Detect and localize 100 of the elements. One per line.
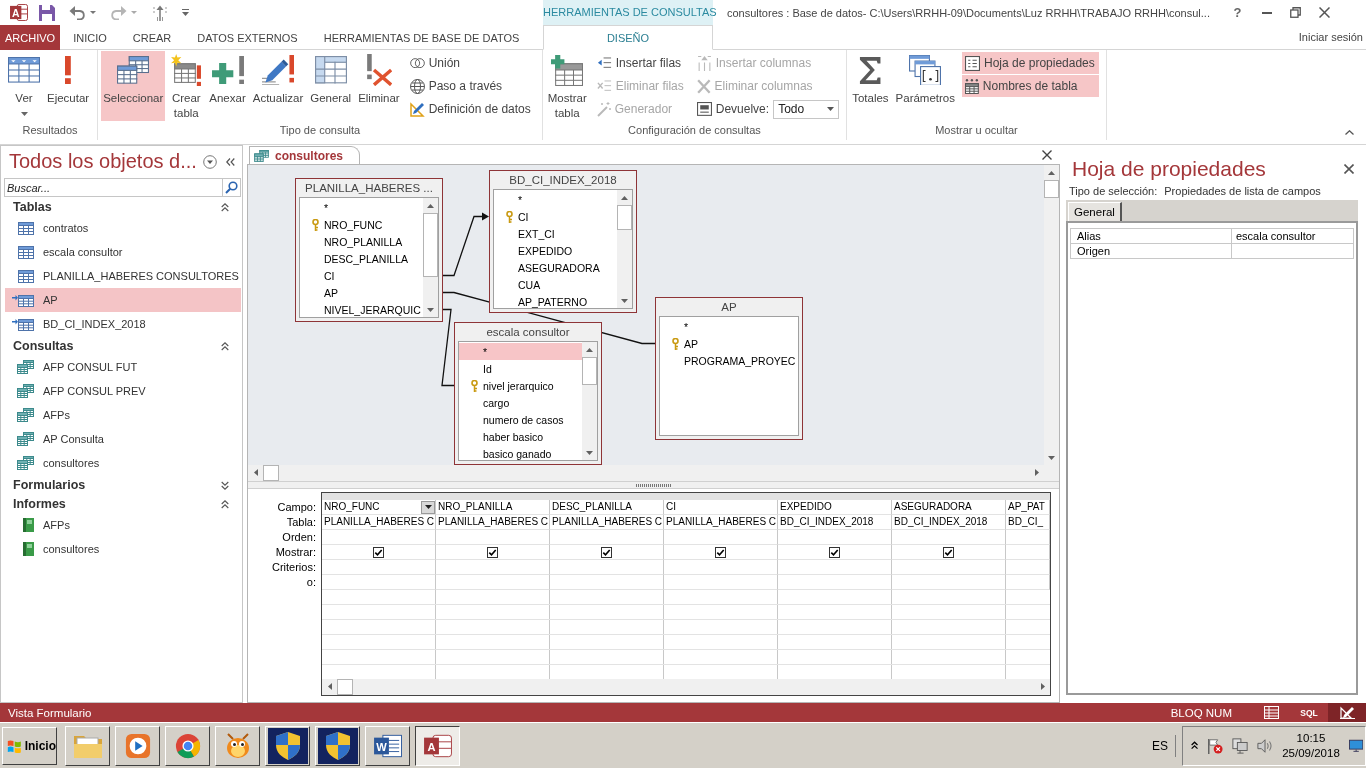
ribbon-button[interactable]: General — [308, 51, 354, 121]
ribbon-tab[interactable]: CREAR — [119, 25, 185, 50]
grid-cell[interactable] — [892, 530, 1006, 545]
ribbon-button[interactable]: Definición de datos — [406, 98, 535, 120]
search-button[interactable] — [222, 178, 241, 197]
sign-in-link[interactable]: Iniciar sesión — [1298, 31, 1366, 43]
grid-cell[interactable] — [322, 545, 436, 560]
arrow-up-icon[interactable] — [1048, 170, 1055, 175]
document-tab[interactable]: consultores — [249, 146, 360, 164]
ribbon-button[interactable]: Crear tabla — [168, 51, 205, 121]
grid-cell[interactable] — [1006, 545, 1050, 560]
ribbon-button[interactable]: Hoja de propiedades — [962, 52, 1099, 74]
ribbon-button[interactable]: Parámetros — [893, 51, 957, 121]
grid-cell[interactable] — [1006, 560, 1050, 575]
horizontal-scrollbar[interactable] — [322, 679, 1050, 695]
field-item[interactable]: PROGRAMA_PROYEC — [660, 352, 798, 369]
nav-item[interactable]: PLANILLA_HABERES CONSULTORES — [5, 264, 241, 288]
chevron-up-icon[interactable] — [1345, 130, 1354, 135]
nav-item[interactable]: BD_CI_INDEX_2018 — [5, 312, 241, 336]
taskbar-button[interactable] — [315, 725, 360, 766]
field-list[interactable]: PLANILLA_HABERES ... * NRO_FUNC NRO_PLANILLA DESC_PLANILLA CI AP NIVEL_JERARQUIC — [295, 178, 443, 322]
grid-cell[interactable]: DESC_PLANILLA — [550, 500, 664, 515]
grid-cell[interactable]: BD_CI_INDEX_2018 — [892, 515, 1006, 530]
arrow-right-icon[interactable] — [1034, 469, 1039, 476]
grid-cell[interactable] — [664, 545, 778, 560]
grid-cell[interactable] — [436, 560, 550, 575]
scrollbar-thumb[interactable] — [423, 213, 438, 277]
view-button[interactable] — [1328, 703, 1366, 722]
field-list[interactable]: escala consultor * Id nivel jerarquico cargo numero de casos haber basico basico ganado — [454, 322, 602, 465]
arrow-down-icon[interactable] — [586, 450, 593, 455]
grid-cell[interactable]: NRO_PLANILLA — [436, 500, 550, 515]
nav-group-header[interactable]: Consultas — [1, 337, 242, 355]
undo-icon[interactable] — [69, 5, 86, 20]
ribbon-button[interactable]: Ver — [6, 51, 42, 121]
arrow-down-icon[interactable] — [427, 307, 434, 312]
nav-item[interactable]: AFPs — [5, 403, 241, 427]
grid-cell[interactable] — [892, 575, 1006, 590]
grid-cell[interactable]: PLANILLA_HABERES C — [664, 515, 778, 530]
ribbon-button[interactable]: Anexar — [207, 51, 248, 121]
field-item[interactable]: * — [660, 318, 798, 335]
nav-item[interactable]: consultores — [5, 537, 241, 561]
grid-cell[interactable] — [778, 545, 892, 560]
taskbar-button[interactable] — [215, 725, 260, 766]
ribbon-button[interactable]: Totales — [850, 51, 891, 121]
ribbon-tab[interactable]: INICIO — [60, 25, 120, 50]
ribbon-button[interactable]: Ejecutar — [45, 51, 92, 121]
nav-item[interactable]: consultores — [5, 451, 241, 475]
field-item[interactable]: EXPEDIDO — [494, 242, 617, 259]
customize-caret-icon[interactable] — [182, 9, 189, 16]
grid-cell[interactable] — [436, 545, 550, 560]
save-icon[interactable] — [39, 4, 55, 21]
checkbox[interactable] — [373, 546, 384, 558]
grid-cell[interactable]: EXPEDIDO — [778, 500, 892, 515]
grid-cell[interactable] — [664, 575, 778, 590]
grid-cell[interactable]: PLANILLA_HABERES C — [436, 515, 550, 530]
field-item[interactable]: cargo — [459, 394, 582, 411]
field-item[interactable]: CUA — [494, 276, 617, 293]
vertical-scrollbar[interactable] — [617, 190, 632, 308]
grid-cell[interactable] — [664, 530, 778, 545]
field-item[interactable]: NRO_PLANILLA — [300, 233, 423, 250]
nav-group-header[interactable]: Informes — [1, 495, 242, 513]
checkbox[interactable] — [943, 546, 954, 558]
nav-item[interactable]: AFP CONSUL PREV — [5, 379, 241, 403]
grid-cell[interactable]: BD_CI_INDEX_2018 — [778, 515, 892, 530]
dropdown[interactable]: Todo — [773, 99, 840, 119]
grid-cell[interactable]: BD_CI_ — [1006, 515, 1050, 530]
arrow-left-icon[interactable] — [253, 469, 258, 476]
field-item[interactable]: CI — [494, 208, 617, 225]
grid-cell[interactable]: AP_PAT — [1006, 500, 1050, 515]
nav-item[interactable]: contratos — [5, 216, 241, 240]
field-item[interactable]: * — [459, 343, 582, 360]
arrow-down-icon[interactable] — [1048, 455, 1055, 460]
field-list[interactable]: BD_CI_INDEX_2018 * CI EXT_CI EXPEDIDO ASEGURADORA CUA AP_PATERNO — [489, 170, 637, 313]
grid-cell[interactable] — [436, 530, 550, 545]
ribbon-button[interactable]: Eliminar — [356, 51, 402, 121]
nav-item[interactable]: escala consultor — [5, 240, 241, 264]
double-chevron-up-icon[interactable] — [1191, 741, 1199, 750]
dropdown-circle-icon[interactable] — [203, 154, 217, 169]
search-field[interactable]: Buscar... — [4, 178, 222, 197]
monitor-icon[interactable] — [1348, 738, 1364, 753]
grid-cell[interactable]: CI — [664, 500, 778, 515]
grid-cell[interactable] — [892, 560, 1006, 575]
field-item[interactable]: NRO_FUNC — [300, 216, 423, 233]
field-item[interactable]: AP_PATERNO — [494, 293, 617, 308]
field-item[interactable]: AP — [660, 335, 798, 352]
checkbox[interactable] — [487, 546, 498, 558]
grid-cell[interactable] — [892, 545, 1006, 560]
field-item[interactable]: haber basico — [459, 428, 582, 445]
minimize-icon[interactable] — [1261, 11, 1272, 14]
join-line[interactable] — [442, 212, 489, 277]
grid-cell[interactable] — [322, 530, 436, 545]
arrow-up-icon[interactable] — [427, 203, 434, 208]
checkbox[interactable] — [601, 546, 612, 558]
nav-item[interactable]: AFPs — [5, 513, 241, 537]
scrollbar-thumb[interactable] — [263, 465, 279, 481]
double-chevron-left-icon[interactable] — [226, 157, 235, 166]
dropdown-button[interactable] — [421, 500, 435, 514]
taskbar-button[interactable]: A — [415, 725, 460, 766]
grid-cell[interactable]: ASEGURADORA — [892, 500, 1006, 515]
grid-cell[interactable] — [1006, 575, 1050, 590]
